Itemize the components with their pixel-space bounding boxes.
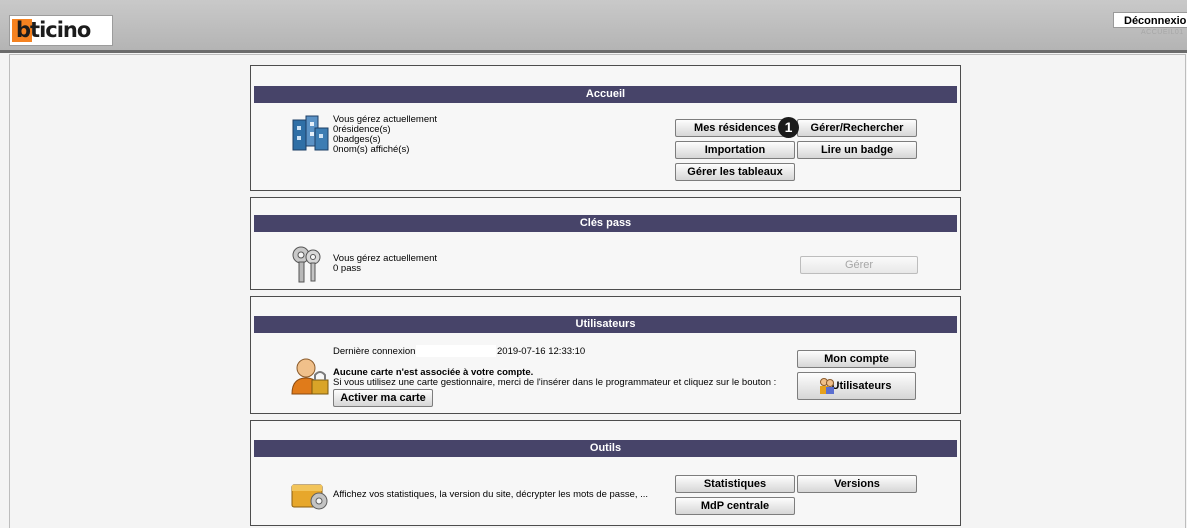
- residences-icon: [292, 115, 329, 151]
- utilisateurs-title: Utilisateurs: [254, 316, 957, 333]
- accueil-info: Vous gérez actuellement 0résidence(s) 0b…: [333, 115, 437, 155]
- bticino-logo: bticino: [9, 15, 113, 46]
- accueil-info-line: 0nom(s) affiché(s): [333, 144, 410, 155]
- last-connection-label: Dernière connexion :: [333, 346, 421, 357]
- utilisateurs-button-label: Utilisateurs: [831, 380, 892, 392]
- callout-number-badge: 1: [778, 117, 799, 138]
- gerer-rechercher-button[interactable]: Gérer/Rechercher: [797, 119, 917, 137]
- importation-button[interactable]: Importation: [675, 141, 795, 159]
- cles-pass-info-line: 0 pass: [333, 263, 361, 274]
- page-code-label: ACCUEIL01: [1141, 29, 1184, 36]
- logout-button[interactable]: Déconnexio: [1113, 12, 1187, 28]
- top-bar: bticino Déconnexio ACCUEIL01: [0, 0, 1187, 53]
- masked-field: [416, 345, 496, 357]
- tools-gear-icon: [291, 484, 328, 510]
- keys-icon: [292, 246, 321, 283]
- statistiques-button[interactable]: Statistiques: [675, 475, 795, 493]
- lire-badge-button[interactable]: Lire un badge: [797, 141, 917, 159]
- mon-compte-button[interactable]: Mon compte: [797, 350, 916, 368]
- user-lock-icon: [291, 358, 329, 395]
- cles-pass-title: Clés pass: [254, 215, 957, 232]
- activer-carte-button[interactable]: Activer ma carte: [333, 389, 433, 407]
- accueil-title: Accueil: [254, 86, 957, 103]
- logo-text: bticino: [16, 18, 91, 42]
- card-instruction-text: Si vous utilisez une carte gestionnaire,…: [333, 377, 777, 388]
- gerer-pass-button[interactable]: Gérer: [800, 256, 918, 274]
- mes-residences-button[interactable]: Mes résidences: [675, 119, 795, 137]
- gerer-tableaux-button[interactable]: Gérer les tableaux: [675, 163, 795, 181]
- outils-description: Affichez vos statistiques, la version du…: [333, 489, 649, 500]
- users-icon: [820, 378, 834, 394]
- cles-pass-panel: Clés pass: [250, 197, 961, 290]
- outils-title: Outils: [254, 440, 957, 457]
- cles-pass-info: Vous gérez actuellement 0 pass: [333, 254, 437, 274]
- outils-panel: Outils: [250, 420, 961, 526]
- utilisateurs-button[interactable]: Utilisateurs: [797, 372, 916, 400]
- last-connection-value: 2019-07-16 12:33:10: [497, 346, 586, 357]
- versions-button[interactable]: Versions: [797, 475, 917, 493]
- mdp-centrale-button[interactable]: MdP centrale: [675, 497, 795, 515]
